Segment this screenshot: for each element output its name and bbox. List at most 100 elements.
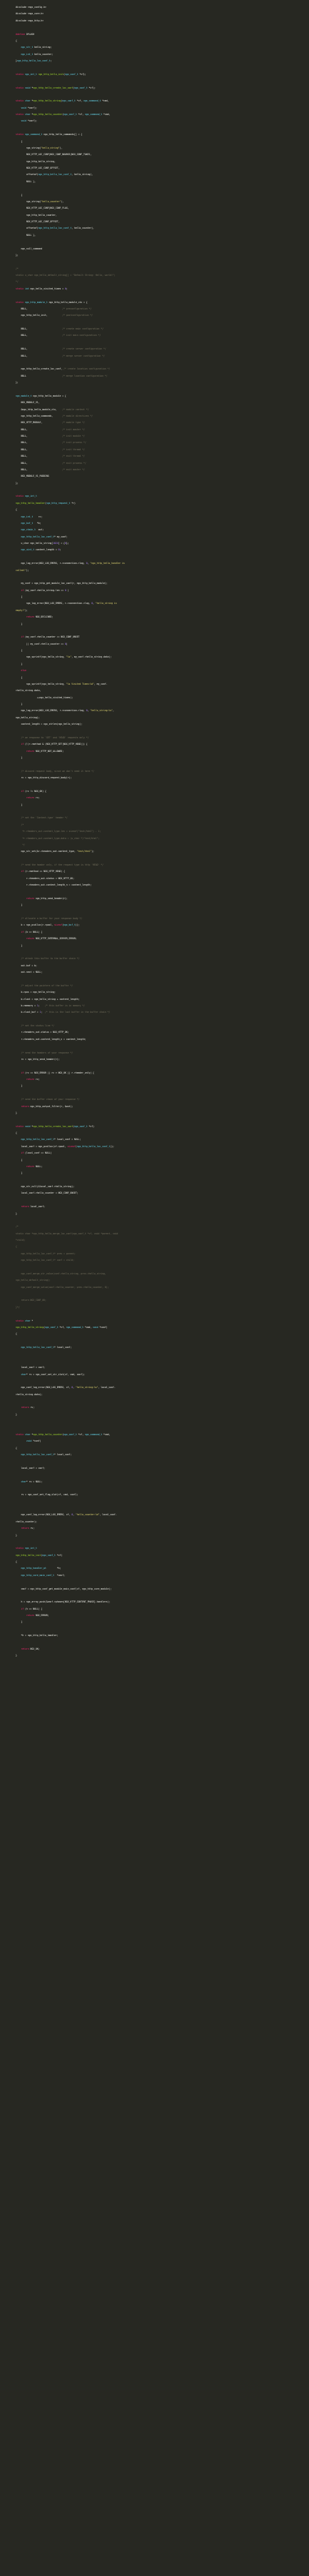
code-line: ngx_log_error(NGX_LOG_EMERG, r->connecti…	[16, 708, 309, 714]
code-token: NGX_ERROR;	[34, 1614, 49, 1617]
code-token: NGX_HTTP_LOC_CONF_OFFSET,	[16, 220, 60, 223]
code-line: ngx_log_error(NGX_LOG_EMERG, r->connecti…	[16, 560, 309, 567]
code-token: ngx_module_t	[16, 394, 32, 397]
code-token: ),	[59, 146, 63, 149]
code-token: , hello_string),	[71, 173, 93, 177]
code-token: local_conf;	[29, 1205, 46, 1209]
code-token: *	[30, 1319, 34, 1322]
code-token: /* postconfiguration */	[62, 314, 93, 317]
code-line: /* send the buffer chain of your respons…	[16, 1096, 309, 1103]
code-line: static ngx_int_t ngx_http_hello_init(ngx…	[16, 71, 309, 78]
code-token: ngx_http_hello_create_loc_conf	[33, 1124, 74, 1128]
code-token: static	[16, 72, 24, 76]
code-line: }	[16, 661, 309, 668]
code-token: };	[16, 253, 19, 257]
code-token: }	[16, 1533, 17, 1537]
code-line: /* set the 'Content-type' header */	[16, 815, 309, 821]
code-token: ngx_http_hello_loc_conf_t	[21, 1138, 55, 1141]
code-token: ngx_conf_t	[74, 86, 88, 89]
code-line: rc = ngx_http_discard_request_body(r);	[16, 775, 309, 781]
code-token: NULL,	[16, 455, 63, 458]
code-token: local_conf = ngx_pcalloc(cf->pool,	[16, 1144, 68, 1148]
code-token: ngx_conf_merge_str_value(conf->hello_str…	[16, 1272, 106, 1275]
code-line: static void *ngx_http_hello_create_loc_c…	[16, 85, 309, 91]
code-token: ngx_http_hello_counter,	[16, 213, 57, 217]
code-token: ngx_http_hello_loc_conf_t* prev = parent…	[16, 1252, 76, 1255]
code-editor[interactable]: #include <ngx_config.h> #include <ngx_cor…	[0, 0, 309, 2576]
code-token: );	[26, 568, 29, 572]
code-token: ngx_http_handler_pt	[21, 1567, 46, 1570]
code-line: ngx_conf_log_error(NGX_LOG_EMERG, cf, 0,…	[16, 1512, 309, 1518]
code-token: *cf,	[58, 1325, 66, 1329]
code-token: {	[16, 39, 17, 42]
code-token: static	[16, 1124, 24, 1128]
code-line: ngx_http_hello_loc_conf_t* conf = child;	[16, 1257, 309, 1264]
code-token: ngx_http_core_main_conf_t	[21, 1573, 55, 1577]
code-line: NGX_HTTP_LOC_CONF_OFFSET,	[16, 165, 309, 172]
code-line: offsetof(ngx_http_hello_loc_conf_t, hell…	[16, 172, 309, 178]
code-line: b->last_buf = 1; /* this is the last buf…	[16, 1009, 309, 1016]
code-token: ngx_int_t	[21, 52, 34, 56]
code-token: ngx_command_t	[84, 1432, 103, 1436]
code-line: ngx_http_hello_loc_conf_t* local_conf;	[16, 1344, 309, 1351]
code-token: NGX_HTTP_LOC_CONF|NGX_CONF_NOARGS|NGX_CO…	[16, 153, 92, 157]
code-line: return NGX_HTTP_INTERNAL_SERVER_ERROR;	[16, 936, 309, 942]
code-line: local_conf->hello_counter = NGX_CONF_UNS…	[16, 1190, 309, 1197]
code-token: ngx_http_hello_init	[16, 1553, 41, 1557]
code-token: #include <ngx_http.h>	[16, 19, 44, 22]
code-token: , hello_counter),	[71, 227, 94, 230]
code-token: NULL	[16, 374, 63, 377]
code-token: return	[21, 1406, 29, 1410]
code-token: NGX_HTTP_LOC_CONF_OFFSET,	[16, 167, 60, 169]
code-token: }	[16, 1111, 17, 1114]
code-token: /*	[21, 823, 24, 826]
code-line: ngx_http_hello_loc_conf_t* prev = parent…	[16, 1251, 309, 1257]
code-line: static u_char ngx_hello_default_string[]…	[16, 272, 309, 279]
code-line: u_char ngx_hello_string[1024] = {0};	[16, 540, 309, 547]
code-token: *r->headers_out.content_type.data = (u_c…	[16, 836, 100, 840]
code-token: ngx_http_hello_string,	[16, 159, 56, 163]
code-token: static	[16, 1319, 24, 1322]
code-token: "hello_string"	[41, 146, 60, 149]
code-token: (!(r->method & (NGX_HTTP_GET|NGX_HTTP_HE…	[24, 743, 88, 746]
code-token: local_conf = conf;	[16, 1466, 45, 1470]
code-token: {	[16, 1158, 23, 1161]
code-token: content_length =	[34, 548, 59, 552]
code-token: char	[25, 99, 31, 103]
code-line: */	[16, 842, 309, 848]
code-token: my_conf = ngx_http_get_module_loc_conf(r…	[16, 582, 108, 585]
code-token: ngx_chain_t	[21, 528, 36, 532]
code-token: empty!"	[16, 608, 26, 612]
code-token: /* module directives */	[62, 414, 93, 417]
code-token: )	[66, 642, 68, 645]
code-line: /*	[16, 822, 309, 828]
code-line: ngx_http_hello_counter,	[16, 212, 309, 219]
code-token: ;	[59, 548, 61, 552]
code-line: r->headers_out.status = NGX_HTTP_OK;	[16, 876, 309, 882]
code-line: ngx_http_hello_init(ngx_conf_t *cf)	[16, 1552, 309, 1559]
code-line: }ngx_http_hello_loc_conf_t;	[16, 58, 309, 64]
code-line: if (rc != NGX_OK) {	[16, 788, 309, 795]
code-token: *cf,	[76, 1432, 85, 1436]
code-line: }	[16, 621, 309, 628]
code-token: NGX_OK;	[29, 1647, 40, 1650]
code-line: {	[16, 507, 309, 513]
code-token: NGX_DECLINED;	[34, 615, 54, 619]
code-line: {	[16, 594, 309, 600]
code-line: ngx_http_hello_loc_conf_t* local_conf = …	[16, 1136, 309, 1143]
code-token: NGX_MODULE_V1,	[16, 401, 40, 405]
